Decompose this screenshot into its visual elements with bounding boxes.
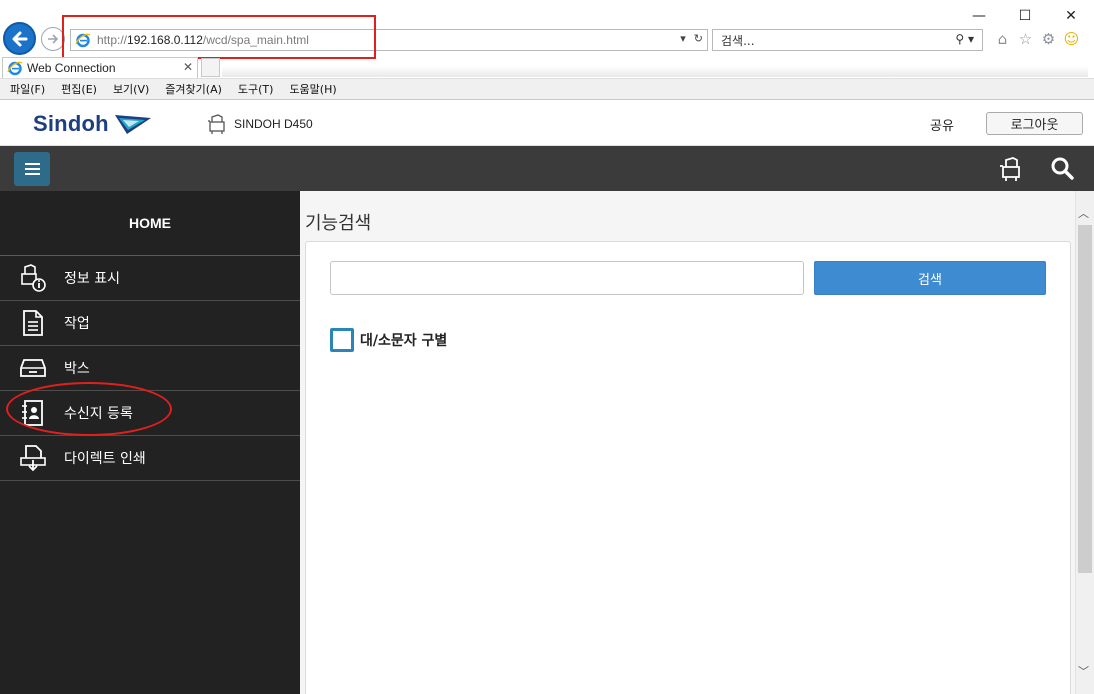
main-content: 기능검색 검색 대/소문자 구별 [300, 191, 1075, 694]
hamburger-icon [24, 163, 40, 165]
browser-toolbar-icons: ⌂ ☆ ⚙ ☺ [994, 30, 1080, 48]
sindoh-logo: Sindoh [33, 111, 153, 137]
printer-icon [1000, 157, 1020, 181]
menu-view[interactable]: 보기(V) [113, 81, 149, 97]
new-tab-button[interactable] [201, 58, 220, 77]
search-icon [1051, 157, 1074, 180]
function-search-input[interactable] [330, 261, 804, 295]
sidebar-home[interactable]: HOME [0, 191, 300, 256]
device-info-icon [18, 263, 48, 293]
url-highlight-box [62, 15, 376, 59]
window-controls: — ☐ ✕ [956, 4, 1094, 28]
app-toolbar [0, 146, 1094, 191]
menu-toggle-button[interactable] [14, 152, 50, 186]
scroll-down-icon[interactable]: ﹀ [1078, 663, 1089, 679]
tabstrip-background [222, 66, 1088, 77]
page-scrollbar[interactable]: ︿ ﹀ [1075, 191, 1094, 694]
close-window-button[interactable]: ✕ [1048, 4, 1094, 28]
device-info: SINDOH D450 [206, 113, 313, 135]
direct-print-icon [18, 443, 48, 473]
brand-mark-icon [114, 115, 151, 134]
browser-chrome: — ☐ ✕ http://192.168.0.112/wcd/spa_main.… [0, 0, 1094, 101]
browser-tab[interactable]: Web Connection ✕ [2, 57, 198, 78]
sidebar-item-label: 작업 [64, 316, 90, 332]
sidebar-item-box[interactable]: 박스 [0, 346, 300, 391]
gear-icon[interactable]: ⚙ [1040, 30, 1057, 48]
sidebar-item-label: 박스 [64, 361, 90, 377]
toolbar-search-button[interactable] [1050, 156, 1074, 183]
arrow-right-icon [48, 34, 59, 44]
browser-search-placeholder: 검색... [721, 33, 755, 48]
menu-file[interactable]: 파일(F) [10, 81, 45, 97]
menu-bar: 파일(F) 편집(E) 보기(V) 즐겨찾기(A) 도구(T) 도움말(H) [0, 78, 1094, 100]
search-icon[interactable]: ⚲ ▾ [955, 32, 974, 46]
menu-tools[interactable]: 도구(T) [238, 81, 274, 97]
sidebar-item-direct-print[interactable]: 다이렉트 인쇄 [0, 436, 300, 481]
device-status-button[interactable] [998, 156, 1024, 185]
tab-title: Web Connection [27, 61, 116, 75]
search-button[interactable]: 검색 [814, 261, 1046, 295]
address-registration-highlight [6, 382, 172, 436]
sidebar-item-info[interactable]: 정보 표시 [0, 256, 300, 301]
function-search-panel: 검색 대/소문자 구별 [305, 241, 1071, 694]
logout-button[interactable]: 로그아웃 [986, 112, 1083, 135]
ie-logo-icon [7, 61, 23, 76]
device-name: SINDOH D450 [234, 117, 313, 131]
arrow-left-icon [12, 31, 27, 46]
back-button[interactable] [3, 22, 36, 55]
sidebar-item-jobs[interactable]: 작업 [0, 301, 300, 346]
page-title: 기능검색 [305, 213, 372, 234]
document-icon [18, 308, 48, 338]
app-header: Sindoh SINDOH D450 공유 로그아웃 [0, 101, 1094, 146]
refresh-icon[interactable]: ↻ [694, 32, 703, 45]
menu-favorites[interactable]: 즐겨찾기(A) [165, 81, 222, 97]
brand-name: Sindoh [33, 111, 109, 136]
smiley-icon[interactable]: ☺ [1063, 30, 1080, 48]
tray-icon [18, 353, 48, 383]
menu-edit[interactable]: 편집(E) [61, 81, 97, 97]
case-sensitive-checkbox[interactable] [330, 328, 354, 352]
case-sensitive-label[interactable]: 대/소문자 구별 [360, 330, 447, 350]
case-sensitive-option[interactable]: 대/소문자 구별 [330, 328, 447, 352]
minimize-button[interactable]: — [956, 4, 1002, 28]
home-icon[interactable]: ⌂ [994, 30, 1011, 48]
scroll-up-icon[interactable]: ︿ [1078, 205, 1089, 221]
menu-help[interactable]: 도움말(H) [289, 81, 336, 97]
dropdown-arrow-icon[interactable]: ▾ [680, 32, 686, 45]
maximize-button[interactable]: ☐ [1002, 4, 1048, 28]
star-icon[interactable]: ☆ [1017, 30, 1034, 48]
close-tab-icon[interactable]: ✕ [183, 60, 193, 74]
scroll-thumb[interactable] [1078, 225, 1092, 573]
sidebar: HOME 정보 표시 작업 박스 수신지 등록 다이렉트 인쇄 [0, 191, 300, 694]
sidebar-item-label: 다이렉트 인쇄 [64, 451, 146, 467]
printer-icon [208, 114, 225, 134]
browser-search-box[interactable]: 검색... ⚲ ▾ [712, 29, 983, 51]
sidebar-item-label: 정보 표시 [64, 271, 120, 287]
share-link[interactable]: 공유 [930, 115, 954, 134]
